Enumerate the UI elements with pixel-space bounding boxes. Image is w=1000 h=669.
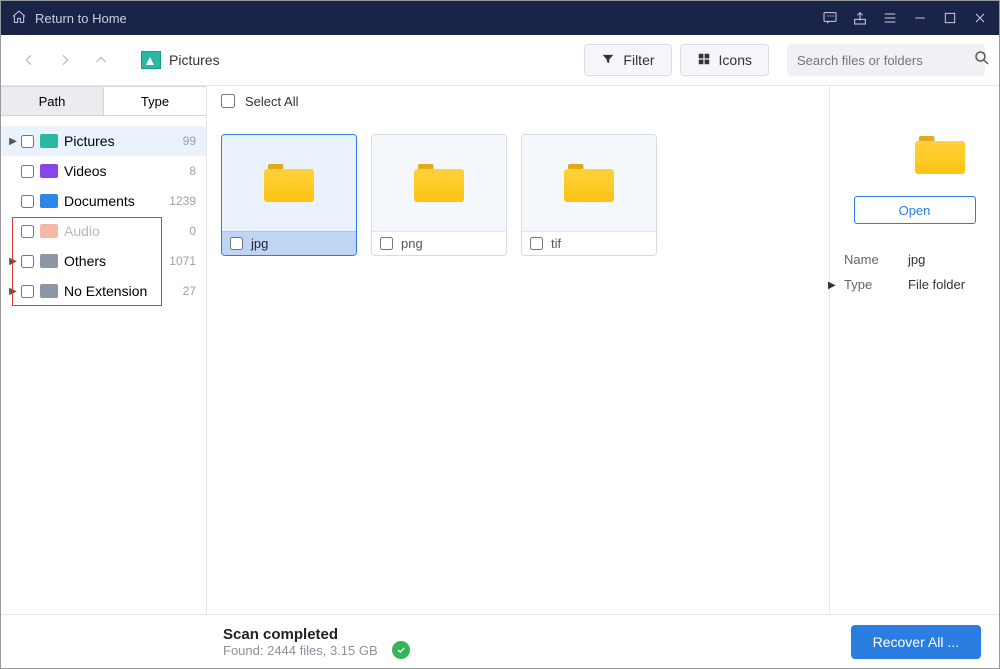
- folder-name: png: [401, 236, 423, 251]
- nav-up-button[interactable]: [87, 46, 115, 74]
- folder-card-jpg[interactable]: jpg: [221, 134, 357, 256]
- pictures-icon: [40, 134, 58, 148]
- tree-label: Documents: [64, 193, 169, 209]
- documents-icon: [40, 194, 58, 208]
- file-area: Select All jpg png tif: [207, 86, 829, 614]
- tree-item-others[interactable]: ▶ Others 1071: [1, 246, 206, 276]
- prop-key: Type: [844, 277, 908, 292]
- noextension-icon: [40, 284, 58, 298]
- nav-back-button[interactable]: [15, 46, 43, 74]
- open-button[interactable]: Open: [854, 196, 976, 224]
- tree-count: 0: [189, 224, 196, 238]
- prop-key: Name: [844, 252, 908, 267]
- search-icon: [973, 49, 991, 72]
- tree-checkbox[interactable]: [21, 255, 34, 268]
- breadcrumb-label: Pictures: [169, 52, 220, 68]
- tab-path[interactable]: Path: [1, 87, 104, 115]
- prop-type: ▶ Type File folder: [844, 277, 985, 292]
- tree-item-audio[interactable]: Audio 0: [1, 216, 206, 246]
- tree-count: 99: [183, 134, 196, 148]
- pictures-icon: [141, 51, 161, 69]
- statusbar: Scan completed Found: 2444 files, 3.15 G…: [1, 614, 999, 668]
- tree-item-videos[interactable]: Videos 8: [1, 156, 206, 186]
- recover-all-button[interactable]: Recover All ...: [851, 625, 981, 659]
- folder-card-tif[interactable]: tif: [521, 134, 657, 256]
- tree-checkbox[interactable]: [21, 135, 34, 148]
- prop-value: File folder: [908, 277, 965, 292]
- tree-count: 8: [189, 164, 196, 178]
- sidebar-tabs: Path Type: [1, 86, 206, 116]
- tree-count: 27: [183, 284, 196, 298]
- tree-label: Audio: [64, 223, 189, 239]
- search-box[interactable]: [787, 44, 985, 76]
- folder-checkbox[interactable]: [230, 237, 243, 250]
- folder-checkbox[interactable]: [530, 237, 543, 250]
- folder-checkbox[interactable]: [380, 237, 393, 250]
- tree-checkbox[interactable]: [21, 165, 34, 178]
- tree-checkbox[interactable]: [21, 225, 34, 238]
- status-subtitle: Found: 2444 files, 3.15 GB: [223, 643, 378, 658]
- details-panel: Open Name jpg ▶ Type File folder: [829, 86, 999, 614]
- filter-icon: [601, 52, 615, 69]
- tree: ▶ Pictures 99 Videos 8 Documents 1239: [1, 116, 206, 306]
- chevron-right-icon[interactable]: ▶: [7, 256, 19, 267]
- view-mode-label: Icons: [719, 52, 752, 68]
- home-icon: [11, 9, 27, 28]
- close-button[interactable]: [965, 3, 995, 33]
- nav-forward-button[interactable]: [51, 46, 79, 74]
- status-text: Scan completed Found: 2444 files, 3.15 G…: [223, 626, 378, 658]
- videos-icon: [40, 164, 58, 178]
- status-title: Scan completed: [223, 626, 378, 643]
- chevron-right-icon[interactable]: ▶: [7, 286, 19, 297]
- tree-label: Others: [64, 253, 169, 269]
- filter-label: Filter: [623, 52, 654, 68]
- filter-button[interactable]: Filter: [584, 44, 671, 76]
- select-all-row[interactable]: Select All: [207, 86, 829, 116]
- folder-icon: [564, 164, 614, 202]
- tree-item-pictures[interactable]: ▶ Pictures 99: [1, 126, 206, 156]
- toolbar: Pictures Filter Icons: [1, 35, 999, 86]
- content: Select All jpg png tif: [207, 86, 999, 614]
- prop-name: Name jpg: [844, 252, 985, 267]
- tree-label: No Extension: [64, 283, 183, 299]
- tree-label: Pictures: [64, 133, 183, 149]
- titlebar: Return to Home: [1, 1, 999, 35]
- select-all-checkbox[interactable]: [221, 94, 235, 108]
- tree-item-noextension[interactable]: ▶ No Extension 27: [1, 276, 206, 306]
- tree-count: 1071: [169, 254, 196, 268]
- tree-checkbox[interactable]: [21, 285, 34, 298]
- tree-label: Videos: [64, 163, 189, 179]
- breadcrumb[interactable]: Pictures: [141, 51, 220, 69]
- view-mode-button[interactable]: Icons: [680, 44, 769, 76]
- check-icon: [392, 641, 410, 659]
- folder-card-png[interactable]: png: [371, 134, 507, 256]
- hamburger-menu-icon[interactable]: [875, 3, 905, 33]
- grid-icon: [697, 52, 711, 69]
- return-home-button[interactable]: Return to Home: [11, 9, 127, 28]
- select-all-label: Select All: [245, 94, 298, 109]
- search-input[interactable]: [797, 53, 973, 68]
- return-home-label: Return to Home: [35, 11, 127, 26]
- share-icon[interactable]: [845, 3, 875, 33]
- tree-checkbox[interactable]: [21, 195, 34, 208]
- file-grid: jpg png tif: [207, 116, 829, 614]
- others-icon: [40, 254, 58, 268]
- tree-count: 1239: [169, 194, 196, 208]
- tree-item-documents[interactable]: Documents 1239: [1, 186, 206, 216]
- tab-type[interactable]: Type: [104, 87, 206, 115]
- prop-value: jpg: [908, 252, 925, 267]
- sidebar: Path Type ▶ Pictures 99 Videos 8: [1, 86, 207, 614]
- folder-name: tif: [551, 236, 561, 251]
- folder-icon: [264, 164, 314, 202]
- minimize-button[interactable]: [905, 3, 935, 33]
- feedback-icon[interactable]: [815, 3, 845, 33]
- folder-icon: [414, 164, 464, 202]
- chevron-right-icon[interactable]: ▶: [7, 136, 19, 147]
- folder-name: jpg: [251, 236, 268, 251]
- maximize-button[interactable]: [935, 3, 965, 33]
- chevron-right-icon[interactable]: ▶: [828, 280, 836, 291]
- audio-icon: [40, 224, 58, 238]
- body: Path Type ▶ Pictures 99 Videos 8: [1, 86, 999, 614]
